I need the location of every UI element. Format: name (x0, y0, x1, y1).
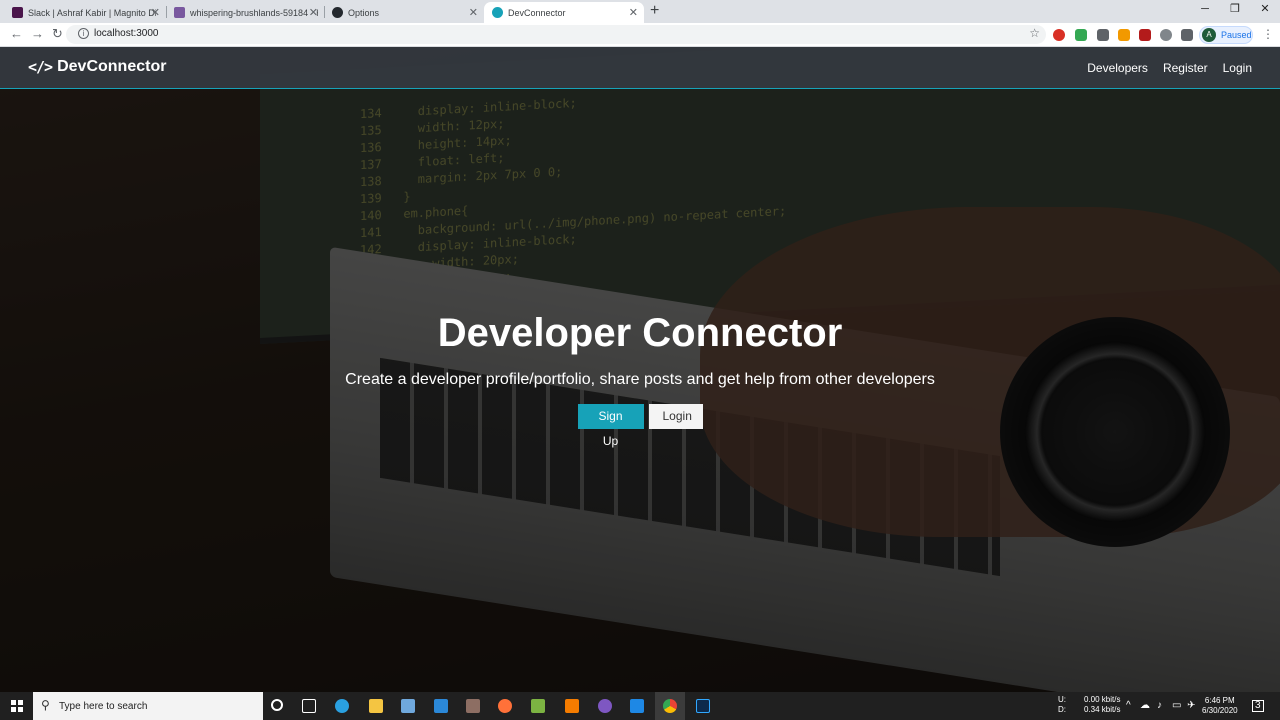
forward-icon[interactable]: → (31, 26, 44, 42)
store-icon[interactable] (401, 699, 415, 713)
task-view-icon[interactable] (302, 699, 316, 713)
address-toolbar: ← → ↻ i localhost:3000 ☆ A Paused ⋮ (0, 23, 1280, 47)
app-icon[interactable] (598, 699, 612, 713)
clock-time: 6:46 PM (1204, 696, 1235, 705)
url-text[interactable]: localhost:3000 (94, 28, 159, 39)
search-placeholder: Type here to search (59, 701, 148, 712)
brand-name: DevConnector (57, 58, 167, 75)
network-speed-labels: U: D: (1058, 695, 1066, 715)
heroku-icon (174, 7, 185, 18)
history-extension-icon[interactable] (1160, 29, 1172, 41)
hero-lead: Create a developer profile/portfolio, sh… (345, 371, 935, 388)
app-navbar: </> DevConnector Developers Register Log… (0, 47, 1280, 89)
nav-developers-link[interactable]: Developers (1087, 61, 1148, 75)
landing-page: 134 display: inline-block; 135 width: 12… (0, 47, 1280, 692)
close-icon[interactable]: ✕ (629, 6, 638, 19)
taskbar-search-box[interactable]: ⚲ Type here to search (33, 692, 263, 720)
net-up-value: 0.00 kbit/s (1084, 695, 1121, 704)
tab-title: DevConnector (508, 7, 566, 18)
network-icon[interactable]: ✈ (1187, 701, 1195, 711)
app-icon[interactable] (466, 699, 480, 713)
signup-button[interactable]: Sign Up (577, 404, 644, 448)
info-icon[interactable]: i (78, 28, 89, 39)
avatar: A (1202, 28, 1216, 42)
close-icon[interactable]: ✕ (309, 6, 318, 19)
edge-icon[interactable] (335, 699, 349, 713)
adblock-extension-icon[interactable] (1053, 29, 1065, 41)
brand-logo-link[interactable]: </> DevConnector (28, 58, 166, 76)
profile-status: Paused (1221, 30, 1252, 40)
notepad-icon[interactable] (531, 699, 545, 713)
reload-icon[interactable]: ↻ (52, 26, 63, 42)
search-icon: ⚲ (41, 698, 50, 712)
close-icon[interactable]: ✕ (151, 6, 160, 19)
taskbar-clock[interactable]: 6:46 PM 6/30/2020 (1202, 696, 1238, 716)
nav-register-link[interactable]: Register (1163, 61, 1208, 75)
tab-slack[interactable]: Slack | Ashraf Kabir | Magnito Dig ✕ (4, 2, 166, 23)
maximize-icon[interactable]: ❐ (1220, 0, 1250, 20)
new-tab-button[interactable]: + (650, 2, 659, 20)
tab-options[interactable]: Options ✕ (324, 2, 484, 23)
extension-icon[interactable] (1075, 29, 1087, 41)
extension-icon[interactable] (1097, 29, 1109, 41)
sublime-text-icon[interactable] (565, 699, 579, 713)
tab-devconnector[interactable]: DevConnector ✕ (484, 2, 644, 23)
battery-icon[interactable]: ▭ (1172, 701, 1181, 711)
tab-title: Slack | Ashraf Kabir | Magnito Dig (28, 7, 156, 18)
profile-button[interactable]: A Paused (1199, 26, 1253, 44)
browser-tab-strip: Slack | Ashraf Kabir | Magnito Dig ✕ whi… (0, 0, 1280, 23)
onedrive-icon[interactable]: ☁ (1140, 701, 1150, 711)
github-icon (332, 7, 343, 18)
volume-icon[interactable]: ♪ (1157, 701, 1162, 711)
mail-icon[interactable] (434, 699, 448, 713)
tab-title: Options (348, 7, 380, 18)
chrome-icon[interactable] (663, 699, 677, 713)
extension-icon[interactable] (1118, 29, 1130, 41)
react-icon (492, 7, 503, 18)
net-down-value: 0.34 kbit/s (1084, 705, 1121, 714)
nav-links: Developers Register Login (1087, 61, 1252, 75)
window-close-icon[interactable]: ✕ (1250, 0, 1280, 20)
clock-date: 6/30/2020 (1202, 706, 1238, 715)
minimize-icon[interactable]: ─ (1190, 0, 1220, 20)
chevron-up-icon[interactable]: ^ (1126, 701, 1131, 711)
file-explorer-icon[interactable] (369, 699, 383, 713)
windows-start-icon[interactable] (11, 700, 23, 712)
windows-taskbar: ⚲ Type here to search U: D: 0.00 kbit/s … (0, 692, 1280, 720)
code-icon: </> (28, 58, 53, 76)
url-bar[interactable]: i localhost:3000 ☆ (66, 25, 1046, 44)
login-button[interactable]: Login (648, 404, 703, 429)
tab-title: whispering-brushlands-59184 · H (190, 7, 318, 18)
puzzle-extensions-icon[interactable] (1181, 29, 1193, 41)
back-icon[interactable]: ← (10, 26, 23, 42)
net-down-label: D: (1058, 705, 1066, 714)
firefox-icon[interactable] (498, 699, 512, 713)
slack-icon (12, 7, 23, 18)
bookmark-star-icon[interactable]: ☆ (1029, 26, 1040, 40)
hero-title: Developer Connector (437, 311, 843, 355)
nav-login-link[interactable]: Login (1223, 61, 1252, 75)
cortana-icon[interactable] (271, 699, 283, 711)
hero-section: Developer Connector Create a developer p… (0, 309, 1280, 448)
net-up-label: U: (1058, 695, 1066, 704)
network-speed: 0.00 kbit/s 0.34 kbit/s (1084, 695, 1120, 715)
notification-center-icon[interactable]: 3 (1252, 700, 1264, 712)
hero-buttons: Sign Up Login (0, 404, 1280, 448)
photoshop-icon[interactable] (696, 699, 710, 713)
tab-heroku[interactable]: whispering-brushlands-59184 · H ✕ (166, 2, 324, 23)
menu-icon[interactable]: ⋮ (1262, 27, 1274, 41)
close-icon[interactable]: ✕ (469, 6, 478, 19)
pdf-extension-icon[interactable] (1139, 29, 1151, 41)
vscode-icon[interactable] (630, 699, 644, 713)
